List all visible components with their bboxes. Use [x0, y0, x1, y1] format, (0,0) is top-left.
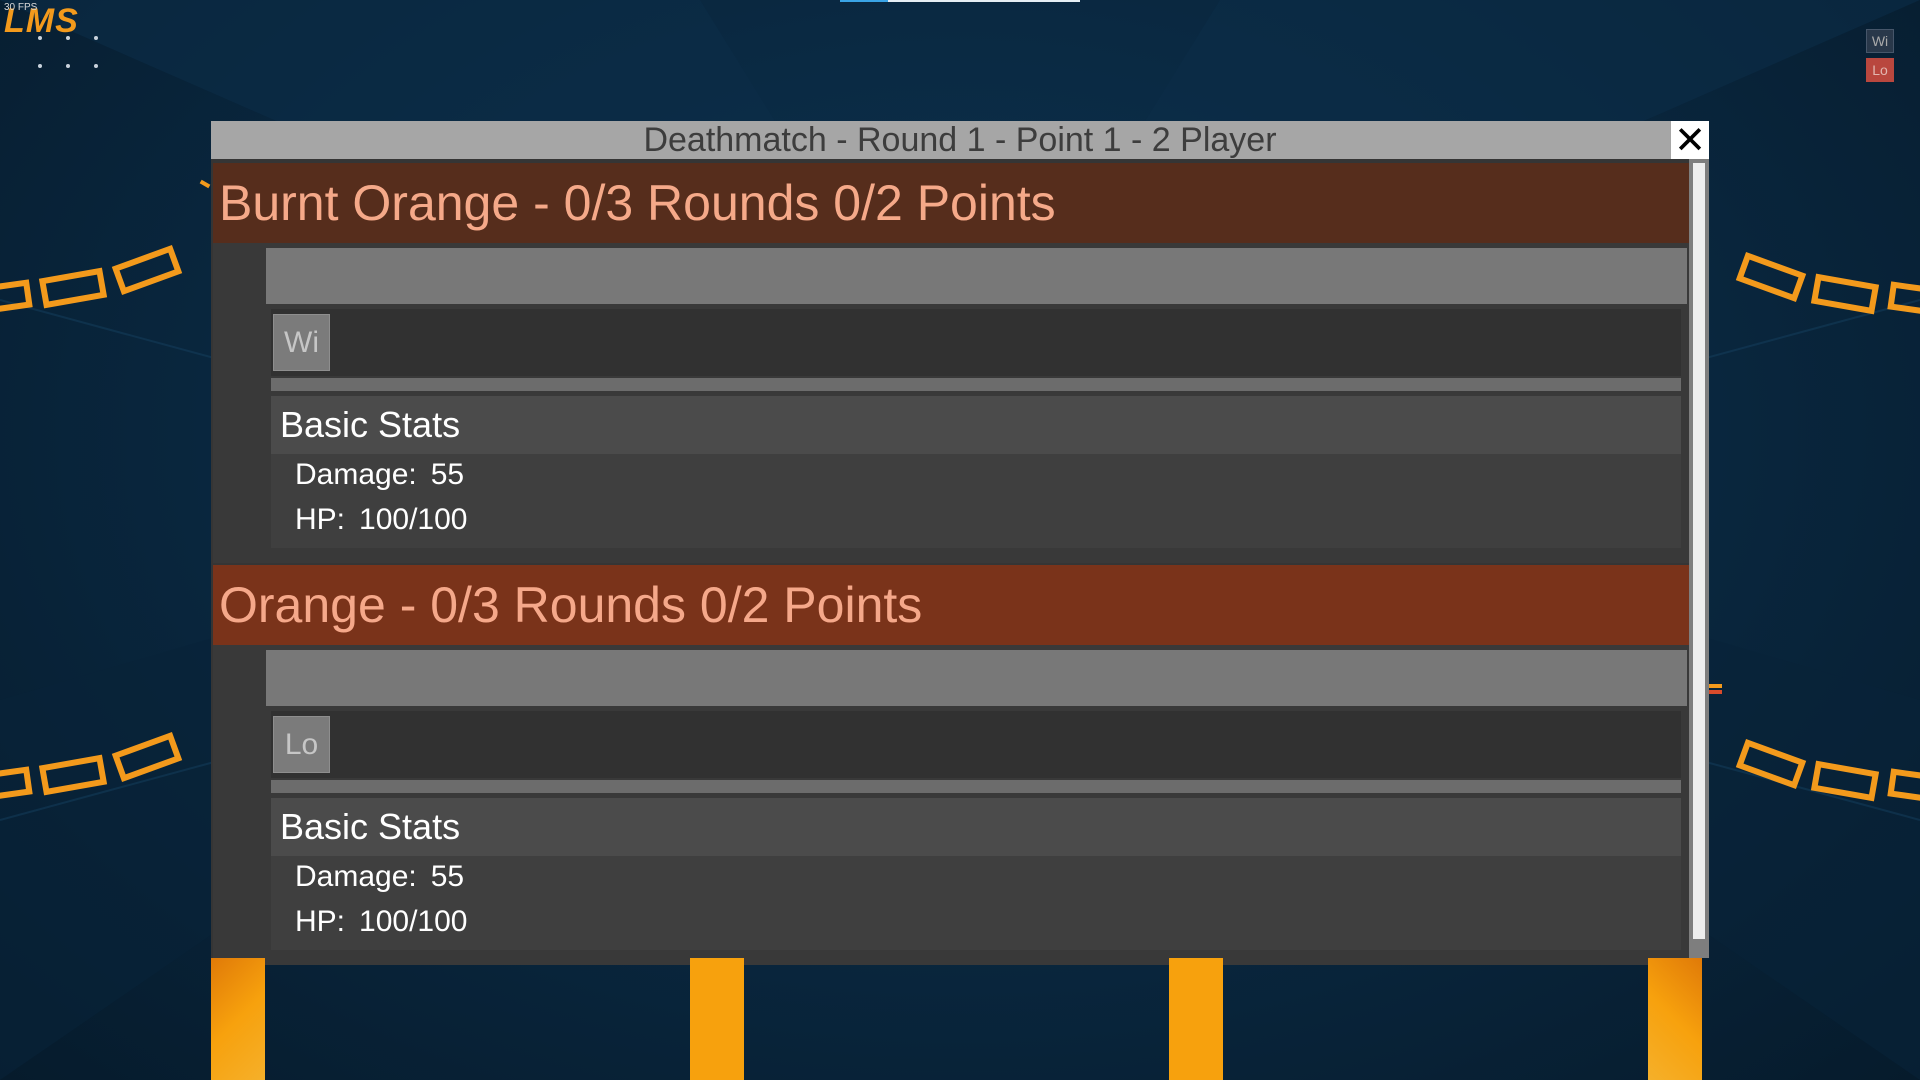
player-rounds: 0/3 Rounds [563, 175, 820, 231]
player-badges: Wi Lo [1866, 29, 1894, 87]
scrollbar[interactable] [1689, 159, 1709, 958]
player-body: Wi Basic Stats Damage: 55 HP: 100/100 [213, 243, 1689, 563]
loading-progress-bar [840, 0, 1080, 2]
logo-dots [38, 36, 108, 76]
stat-label: HP: [295, 503, 346, 536]
stats-title: Basic Stats [280, 404, 461, 445]
player-name-bar [266, 248, 1687, 304]
close-icon: ✕ [1674, 118, 1706, 162]
player-name: Orange [219, 577, 386, 633]
chain-left-upper [0, 244, 183, 315]
stat-label: Damage: [295, 860, 417, 893]
arena-pillar [690, 958, 744, 1080]
player-points: 0/2 Points [699, 577, 923, 633]
stat-value: 100/100 [359, 905, 468, 938]
stats-header: Basic Stats [271, 798, 1681, 856]
inventory-scroll-bar[interactable] [271, 780, 1681, 793]
dialog-title-bar: Deathmatch - Round 1 - Point 1 - 2 Playe… [211, 121, 1709, 159]
score-dialog: Deathmatch - Round 1 - Point 1 - 2 Playe… [211, 121, 1709, 965]
arena-pillar [1648, 958, 1702, 1080]
stats-title: Basic Stats [280, 806, 461, 847]
header-separator: - [533, 175, 550, 231]
inventory-slot[interactable]: Wi [273, 314, 330, 371]
inventory-strip: Wi [271, 309, 1681, 376]
inventory-strip: Lo [271, 711, 1681, 778]
stat-damage: Damage: 55 [295, 458, 464, 492]
inventory-scroll-bar[interactable] [271, 378, 1681, 391]
player-header: Orange - 0/3 Rounds 0/2 Points [213, 565, 1689, 645]
player-header-text: Orange - 0/3 Rounds 0/2 Points [219, 565, 922, 645]
stat-label: HP: [295, 905, 346, 938]
player-points: 0/2 Points [833, 175, 1056, 231]
stat-value: 55 [430, 860, 465, 893]
player-badge-1: Wi [1866, 29, 1894, 53]
player-name-bar [266, 650, 1687, 706]
scrollbar-thumb[interactable] [1693, 163, 1705, 939]
stats-header: Basic Stats [271, 396, 1681, 454]
inventory-slot[interactable]: Lo [273, 716, 330, 773]
arena-pillar [211, 958, 265, 1080]
header-separator: - [399, 577, 417, 633]
stat-hp: HP: 100/100 [295, 905, 467, 939]
stat-damage: Damage: 55 [295, 860, 464, 894]
stat-label: Damage: [295, 458, 417, 491]
player-body: Lo Basic Stats Damage: 55 HP: 100/100 [213, 645, 1689, 965]
stats-panel: Basic Stats Damage: 55 HP: 100/100 [271, 396, 1681, 548]
player-badge-2: Lo [1866, 58, 1894, 82]
player-rounds: 0/3 Rounds [430, 577, 686, 633]
stats-panel: Basic Stats Damage: 55 HP: 100/100 [271, 798, 1681, 950]
player-header: Burnt Orange - 0/3 Rounds 0/2 Points [213, 163, 1689, 243]
player-name: Burnt Orange [219, 175, 520, 231]
stat-hp: HP: 100/100 [295, 503, 467, 537]
close-button[interactable]: ✕ [1671, 121, 1709, 159]
chain-right-upper [1735, 251, 1920, 317]
fps-counter: 30 FPS [4, 2, 38, 13]
stat-value: 55 [430, 458, 465, 491]
player-list[interactable]: Burnt Orange - 0/3 Rounds 0/2 Points Wi … [211, 159, 1689, 965]
player-header-text: Burnt Orange - 0/3 Rounds 0/2 Points [219, 163, 1056, 243]
stat-value: 100/100 [359, 503, 468, 536]
dialog-title: Deathmatch - Round 1 - Point 1 - 2 Playe… [643, 121, 1277, 159]
arena-pillar [1169, 958, 1223, 1080]
